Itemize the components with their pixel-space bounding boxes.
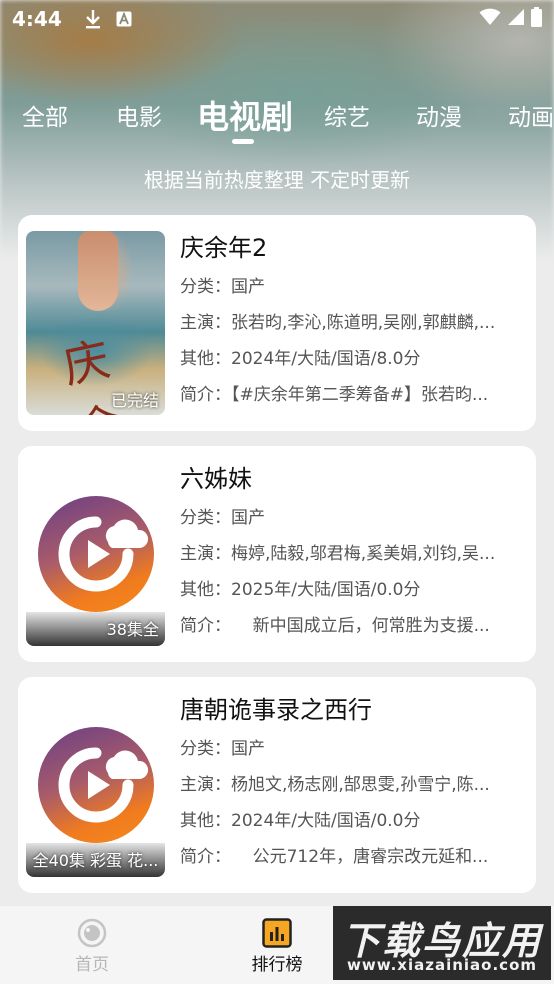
tab-animation[interactable]: 动画 bbox=[508, 98, 554, 132]
poster-image: 38集全 bbox=[26, 462, 165, 646]
intro-label: 简介： bbox=[180, 847, 231, 867]
download-icon bbox=[84, 9, 102, 29]
watermark-url: www.xiazainiao.com bbox=[346, 956, 538, 974]
home-icon bbox=[77, 918, 107, 948]
tab-all[interactable]: 全部 bbox=[22, 98, 68, 132]
list-item[interactable]: 38集全 六姊妹 分类：国产 主演：梅婷,陆毅,邬君梅,奚美娟,刘钧,吴... … bbox=[18, 446, 536, 662]
nav-ranking[interactable]: 排行榜 bbox=[232, 918, 322, 975]
item-title: 庆余年2 bbox=[180, 234, 268, 262]
other-value: 2024年/大陆/国语/8.0分 bbox=[231, 349, 421, 369]
intro-label: 简介： bbox=[180, 616, 231, 636]
category-value: 国产 bbox=[231, 739, 265, 759]
item-title: 唐朝诡事录之西行 bbox=[180, 696, 372, 724]
poster-image: 全40集 彩蛋 花... bbox=[26, 693, 165, 877]
other-value: 2025年/大陆/国语/0.0分 bbox=[231, 580, 421, 600]
tab-movie[interactable]: 电影 bbox=[116, 98, 162, 132]
category-value: 国产 bbox=[231, 508, 265, 528]
ranking-icon bbox=[262, 918, 292, 948]
category-label: 分类： bbox=[180, 277, 231, 297]
nav-ranking-label: 排行榜 bbox=[251, 955, 303, 975]
active-tab-indicator bbox=[232, 139, 254, 144]
wifi-icon bbox=[479, 7, 501, 31]
category-label: 分类： bbox=[180, 739, 231, 759]
nav-home-label: 首页 bbox=[75, 955, 109, 975]
intro-value: 【#庆余年第二季筹备#】张若昀... bbox=[231, 385, 489, 405]
list-item[interactable]: 全40集 彩蛋 花... 唐朝诡事录之西行 分类：国产 主演：杨旭文,杨志刚,郜… bbox=[18, 677, 536, 893]
other-value: 2024年/大陆/国语/0.0分 bbox=[231, 811, 421, 831]
episode-status-badge: 38集全 bbox=[106, 620, 159, 639]
intro-label: 简介： bbox=[180, 385, 231, 405]
category-label: 分类： bbox=[180, 508, 231, 528]
watermark-logo: 下载鸟应用 www.xiazainiao.com bbox=[333, 906, 551, 980]
battery-icon bbox=[531, 6, 542, 32]
poster-image: 庆余年 已完结 bbox=[26, 231, 165, 415]
other-label: 其他： bbox=[180, 580, 231, 600]
font-icon bbox=[116, 11, 132, 27]
tab-variety[interactable]: 综艺 bbox=[324, 98, 370, 132]
cast-label: 主演： bbox=[180, 544, 231, 564]
list-item[interactable]: 庆余年 已完结 庆余年2 分类：国产 主演：张若昀,李沁,陈道明,吴刚,郭麒麟,… bbox=[18, 215, 536, 431]
cast-value: 杨旭文,杨志刚,郜思雯,孙雪宁,陈... bbox=[231, 775, 490, 795]
category-value: 国产 bbox=[231, 277, 265, 297]
status-time: 4:44 bbox=[12, 7, 62, 31]
episode-status-badge: 已完结 bbox=[110, 391, 159, 410]
signal-icon bbox=[507, 7, 525, 31]
item-title: 六姊妹 bbox=[180, 465, 252, 493]
cast-label: 主演： bbox=[180, 313, 231, 333]
nav-home[interactable]: 首页 bbox=[47, 918, 137, 975]
tab-tv-series[interactable]: 电视剧 bbox=[197, 92, 293, 138]
status-bar: 4:44 bbox=[0, 0, 554, 38]
app-logo-icon bbox=[38, 496, 154, 612]
poster-hand-art bbox=[78, 231, 118, 311]
cast-value: 梅婷,陆毅,邬君梅,奚美娟,刘钧,吴... bbox=[231, 544, 496, 564]
tab-anime[interactable]: 动漫 bbox=[416, 98, 462, 132]
app-logo-icon bbox=[38, 727, 154, 843]
category-tabs: 全部 电影 电视剧 综艺 动漫 动画 bbox=[0, 88, 554, 148]
episode-status-badge: 全40集 彩蛋 花... bbox=[32, 851, 159, 870]
ranking-subtitle: 根据当前热度整理 不定时更新 bbox=[143, 168, 411, 192]
intro-value: 公元712年，唐睿宗改元延和... bbox=[231, 847, 489, 867]
other-label: 其他： bbox=[180, 349, 231, 369]
cast-label: 主演： bbox=[180, 775, 231, 795]
intro-value: 新中国成立后，何常胜为支援... bbox=[231, 616, 490, 636]
other-label: 其他： bbox=[180, 811, 231, 831]
cast-value: 张若昀,李沁,陈道明,吴刚,郭麒麟,... bbox=[231, 313, 496, 333]
